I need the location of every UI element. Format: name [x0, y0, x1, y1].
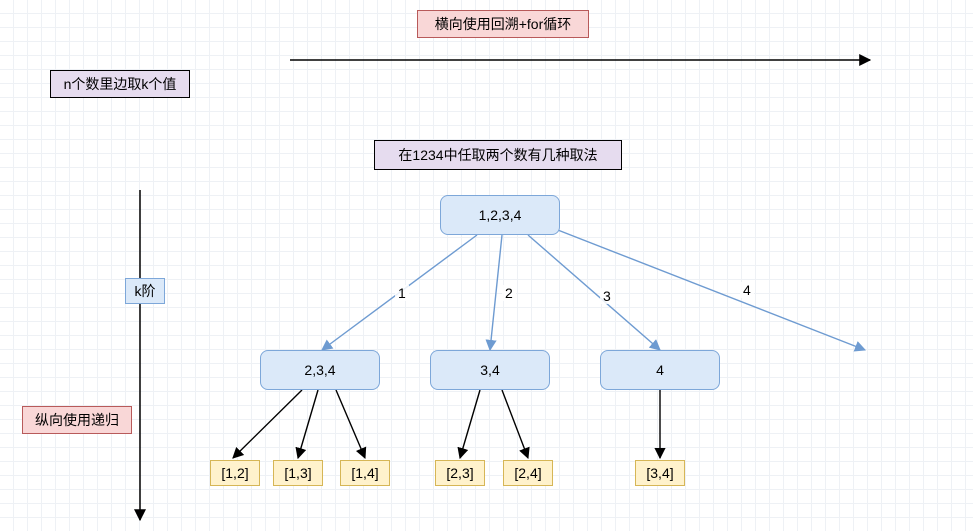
- vertical-axis-label-box: 纵向使用递归: [22, 406, 132, 434]
- k-level-text: k阶: [135, 281, 156, 301]
- leaf-1-1-text: [2,4]: [514, 465, 541, 481]
- level1-node-0: 2,3,4: [260, 350, 380, 390]
- leaf-0-2: [1,4]: [340, 460, 390, 486]
- level1-node-2-text: 4: [656, 362, 664, 378]
- edge-label-1: 1: [395, 285, 409, 301]
- level1-node-1: 3,4: [430, 350, 550, 390]
- edge-label-3: 3: [600, 288, 614, 304]
- level1-node-1-text: 3,4: [480, 362, 499, 378]
- problem-statement-text: n个数里边取k个值: [64, 74, 177, 94]
- leaf-0-1: [1,3]: [273, 460, 323, 486]
- vertical-axis-label-text: 纵向使用递归: [35, 410, 119, 430]
- horizontal-axis-label-box: 横向使用回溯+for循环: [417, 10, 589, 38]
- level1-node-0-text: 2,3,4: [304, 362, 335, 378]
- edge-label-2: 2: [502, 285, 516, 301]
- diagram-title-text: 在1234中任取两个数有几种取法: [398, 145, 597, 165]
- level1-node-2: 4: [600, 350, 720, 390]
- leaf-0-1-text: [1,3]: [284, 465, 311, 481]
- root-node-text: 1,2,3,4: [479, 207, 522, 223]
- leaf-1-0-text: [2,3]: [446, 465, 473, 481]
- leaf-1-1: [2,4]: [503, 460, 553, 486]
- leaf-0-0: [1,2]: [210, 460, 260, 486]
- leaf-1-0: [2,3]: [435, 460, 485, 486]
- leaf-0-2-text: [1,4]: [351, 465, 378, 481]
- horizontal-axis-label-text: 横向使用回溯+for循环: [435, 14, 572, 34]
- k-level-box: k阶: [125, 278, 165, 304]
- leaf-0-0-text: [1,2]: [221, 465, 248, 481]
- leaf-2-0: [3,4]: [635, 460, 685, 486]
- problem-statement-box: n个数里边取k个值: [50, 70, 190, 98]
- leaf-2-0-text: [3,4]: [646, 465, 673, 481]
- edge-label-4: 4: [740, 282, 754, 298]
- root-node: 1,2,3,4: [440, 195, 560, 235]
- diagram-title-box: 在1234中任取两个数有几种取法: [374, 140, 622, 170]
